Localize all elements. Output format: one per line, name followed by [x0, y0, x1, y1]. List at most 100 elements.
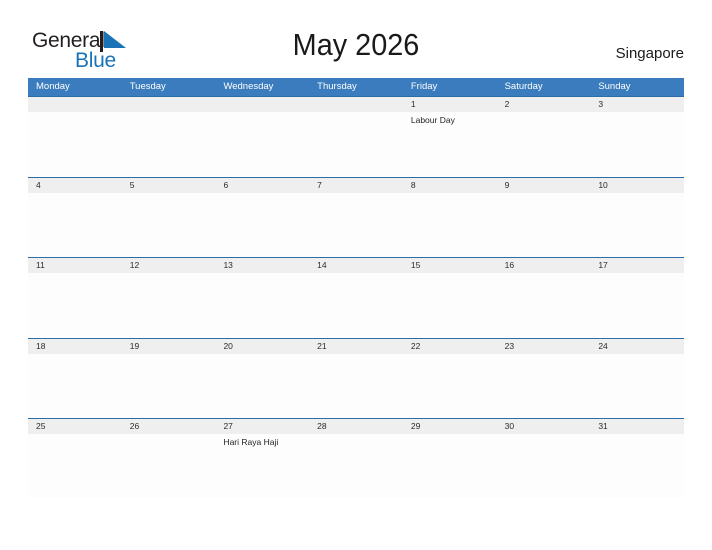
- week-date-band: 18 19 20 21 22 23 24: [28, 338, 684, 354]
- page-title: May 2026: [292, 27, 420, 62]
- calendar-week-row: 11 12 13 14 15 16 17: [28, 257, 684, 338]
- day-cell-number[interactable]: 11: [28, 258, 122, 273]
- calendar-week-row: 1 2 3 Labour Day: [28, 96, 684, 177]
- week-event-band: [28, 353, 684, 418]
- week-event-band: [28, 273, 684, 337]
- day-cell-events[interactable]: [497, 273, 591, 337]
- day-cell-events[interactable]: [122, 273, 216, 337]
- day-cell-number[interactable]: 2: [497, 97, 591, 112]
- day-cell-events[interactable]: [309, 354, 403, 418]
- day-cell-number[interactable]: 20: [215, 339, 309, 354]
- day-cell-events[interactable]: [28, 193, 122, 257]
- day-cell-number[interactable]: 28: [309, 419, 403, 434]
- day-cell-events[interactable]: [215, 112, 309, 176]
- page-header: General Blue May 2026 Singapore: [0, 0, 712, 78]
- calendar-grid: Monday Tuesday Wednesday Thursday Friday…: [28, 78, 684, 499]
- day-cell-events[interactable]: Labour Day: [403, 112, 497, 176]
- day-cell-events[interactable]: [215, 193, 309, 257]
- day-cell-number[interactable]: [309, 97, 403, 112]
- day-cell-events[interactable]: Hari Raya Haji: [215, 434, 309, 498]
- day-cell-events[interactable]: [309, 273, 403, 337]
- day-cell-number[interactable]: 29: [403, 419, 497, 434]
- day-cell-number[interactable]: 13: [215, 258, 309, 273]
- day-cell-events[interactable]: [497, 354, 591, 418]
- day-cell-number[interactable]: 27: [215, 419, 309, 434]
- day-cell-events[interactable]: [497, 112, 591, 176]
- day-cell-events[interactable]: [215, 273, 309, 337]
- day-cell-events[interactable]: [590, 273, 684, 337]
- day-cell-number[interactable]: 18: [28, 339, 122, 354]
- day-cell-events[interactable]: [28, 112, 122, 176]
- calendar-week-row: 4 5 6 7 8 9 10: [28, 176, 684, 258]
- day-cell-events[interactable]: [122, 193, 216, 257]
- day-cell-events[interactable]: [28, 354, 122, 418]
- day-cell-number[interactable]: 8: [403, 178, 497, 193]
- calendar-week-row: 25 26 27 28 29 30 31 Hari Raya Haji: [28, 418, 684, 499]
- day-cell-number[interactable]: 9: [497, 178, 591, 193]
- day-cell-number[interactable]: 26: [122, 419, 216, 434]
- day-cell-number[interactable]: 24: [590, 339, 684, 354]
- day-cell-number[interactable]: 10: [590, 178, 684, 193]
- event-label: Hari Raya Haji: [223, 437, 279, 447]
- day-of-week-tuesday: Tuesday: [129, 81, 166, 92]
- day-cell-events[interactable]: [403, 273, 497, 337]
- week-date-band: 11 12 13 14 15 16 17: [28, 258, 684, 273]
- day-cell-events[interactable]: [309, 434, 403, 498]
- day-cell-events[interactable]: [215, 354, 309, 418]
- calendar-week-row: 18 19 20 21 22 23 24: [28, 337, 684, 419]
- day-cell-events[interactable]: [403, 434, 497, 498]
- day-cell-events[interactable]: [309, 193, 403, 257]
- day-cell-events[interactable]: [28, 273, 122, 337]
- calendar-page: General Blue May 2026 Singapore Monday T…: [0, 0, 712, 550]
- day-cell-number[interactable]: 6: [215, 178, 309, 193]
- day-cell-events[interactable]: [403, 354, 497, 418]
- day-of-week-saturday: Saturday: [504, 81, 543, 92]
- day-of-week-friday: Friday: [410, 81, 438, 92]
- day-cell-number[interactable]: 16: [497, 258, 591, 273]
- day-cell-number[interactable]: 3: [590, 97, 684, 112]
- day-cell-events[interactable]: [497, 193, 591, 257]
- week-date-band: 25 26 27 28 29 30 31: [28, 419, 684, 434]
- day-cell-events[interactable]: [497, 434, 591, 498]
- day-cell-number[interactable]: 25: [28, 419, 122, 434]
- day-cell-events[interactable]: [122, 434, 216, 498]
- day-cell-events[interactable]: [590, 434, 684, 498]
- day-cell-events[interactable]: [122, 112, 216, 176]
- day-cell-events[interactable]: [403, 193, 497, 257]
- day-cell-number[interactable]: 7: [309, 178, 403, 193]
- day-of-week-wednesday: Wednesday: [223, 81, 274, 92]
- week-event-band: [28, 192, 684, 257]
- day-cell-number[interactable]: [122, 97, 216, 112]
- day-cell-number[interactable]: 15: [403, 258, 497, 273]
- day-cell-number[interactable]: 12: [122, 258, 216, 273]
- week-event-band: Hari Raya Haji: [28, 434, 684, 498]
- day-cell-number[interactable]: [215, 97, 309, 112]
- day-of-week-thursday: Thursday: [317, 81, 357, 92]
- day-cell-number[interactable]: 19: [122, 339, 216, 354]
- day-of-week-monday: Monday: [36, 81, 70, 92]
- day-cell-number[interactable]: 30: [497, 419, 591, 434]
- locale-label: Singapore: [615, 45, 684, 62]
- day-cell-number[interactable]: 5: [122, 178, 216, 193]
- week-event-band: Labour Day: [28, 112, 684, 176]
- day-cell-number[interactable]: 23: [497, 339, 591, 354]
- day-cell-number[interactable]: 4: [28, 178, 122, 193]
- day-cell-number[interactable]: [28, 97, 122, 112]
- day-of-week-header: Monday Tuesday Wednesday Thursday Friday…: [28, 78, 684, 96]
- day-cell-events[interactable]: [590, 354, 684, 418]
- day-cell-events[interactable]: [122, 354, 216, 418]
- day-cell-number[interactable]: 22: [403, 339, 497, 354]
- week-date-band: 1 2 3: [28, 97, 684, 112]
- day-cell-events[interactable]: [309, 112, 403, 176]
- day-cell-number[interactable]: 14: [309, 258, 403, 273]
- day-cell-number[interactable]: 31: [590, 419, 684, 434]
- day-cell-events[interactable]: [28, 434, 122, 498]
- event-label: Labour Day: [410, 115, 455, 125]
- week-date-band: 4 5 6 7 8 9 10: [28, 177, 684, 193]
- day-of-week-sunday: Sunday: [598, 81, 631, 92]
- day-cell-number[interactable]: 21: [309, 339, 403, 354]
- day-cell-events[interactable]: [590, 112, 684, 176]
- day-cell-number[interactable]: 17: [590, 258, 684, 273]
- day-cell-number[interactable]: 1: [403, 97, 497, 112]
- day-cell-events[interactable]: [590, 193, 684, 257]
